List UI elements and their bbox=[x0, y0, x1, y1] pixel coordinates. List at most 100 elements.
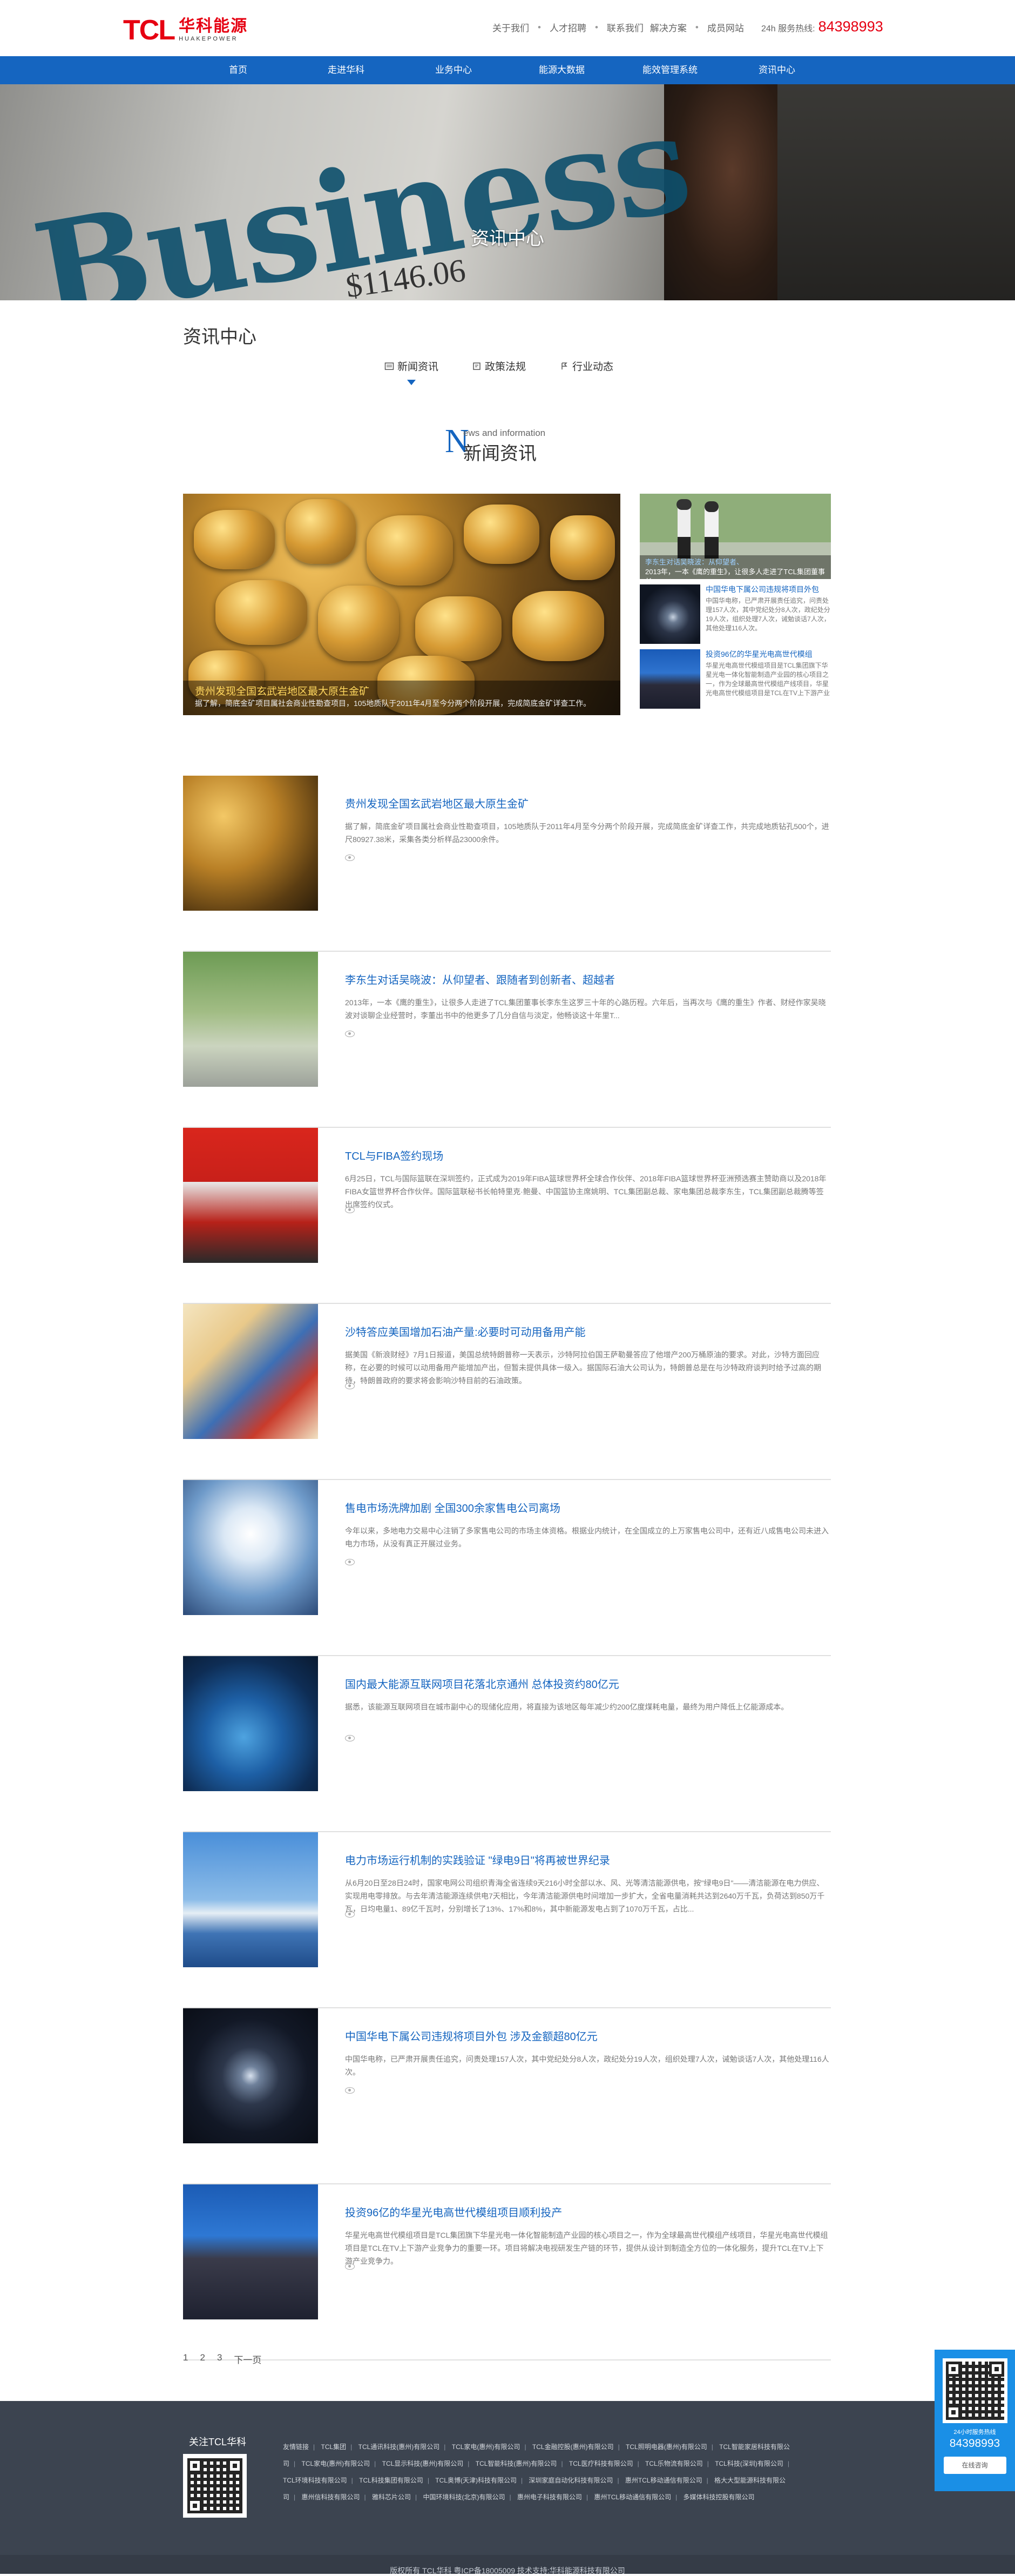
separator: | bbox=[294, 2460, 296, 2467]
footer-link[interactable]: TCL科技(深圳)有限公司 bbox=[715, 2460, 783, 2467]
featured-main[interactable]: 贵州发现全国玄武岩地区最大原生金矿 据了解，简底金矿项目属社会商业性勘查项目，1… bbox=[183, 494, 620, 715]
news-thumbnail[interactable] bbox=[183, 776, 318, 911]
nav-bigdata[interactable]: 能源大数据 bbox=[539, 56, 585, 84]
news-thumbnail[interactable] bbox=[183, 1304, 318, 1439]
qr-corner bbox=[945, 2362, 961, 2377]
nav-energy-system[interactable]: 能效管理系统 bbox=[642, 56, 698, 84]
page-1[interactable]: 1 bbox=[183, 2352, 188, 2366]
nav-about[interactable]: 走进华科 bbox=[328, 56, 364, 84]
separator: | bbox=[374, 2460, 376, 2467]
separator: | bbox=[468, 2460, 470, 2467]
news-thumbnail[interactable] bbox=[183, 2184, 318, 2319]
news-title[interactable]: 沙特答应美国增加石油产量:必要时可动用备用产能 bbox=[345, 1323, 586, 1339]
tab-policy[interactable]: 政策法规 bbox=[472, 359, 526, 373]
float-hotline-number: 84398993 bbox=[949, 2437, 1000, 2450]
footer-link[interactable]: TCL乐物流有限公司 bbox=[645, 2460, 703, 2467]
footer-link[interactable]: TCL显示科技(惠州)有限公司 bbox=[382, 2460, 464, 2467]
news-thumbnail[interactable] bbox=[183, 952, 318, 1087]
qr-pattern bbox=[945, 2362, 1004, 2420]
separator: | bbox=[509, 2493, 511, 2501]
link-contact[interactable]: 联系我们 bbox=[607, 21, 644, 34]
side-item[interactable]: 投资96亿的华星光电高世代模组 华星光电高世代模组项目是TCL集团旗下华星光电一… bbox=[640, 649, 831, 709]
nav-home[interactable]: 首页 bbox=[229, 56, 247, 84]
footer-link[interactable]: TCL环境科技有限公司 bbox=[283, 2477, 347, 2484]
news-title[interactable]: 国内最大能源互联网项目花落北京通州 总体投资约80亿元 bbox=[345, 1676, 619, 1691]
news-item: 电力市场运行机制的实践验证 "绿电9日"将再被世界纪录 从6月20日至28日24… bbox=[183, 1832, 831, 2008]
side-item-body: 投资96亿的华星光电高世代模组 华星光电高世代模组项目是TCL集团旗下华星光电一… bbox=[706, 649, 831, 709]
footer-link[interactable]: 惠州TCL移动通信有限公司 bbox=[594, 2493, 671, 2501]
news-thumbnail[interactable] bbox=[183, 1832, 318, 1967]
separator: • bbox=[538, 22, 541, 32]
nav-news[interactable]: 资讯中心 bbox=[759, 56, 795, 84]
news-summary: 据悉，该能源互联网项目在城市副中心的现储化应用，将直接为该地区每年减少约200亿… bbox=[345, 1703, 789, 1711]
news-summary: 从6月20日至28日24时，国家电网公司组织青海全省连续9天216小时全部以水、… bbox=[345, 1879, 825, 1913]
footer-link[interactable]: 深圳家庭自动化科技有限公司 bbox=[529, 2477, 613, 2484]
news-item: 李东生对话吴晓波：从仰望者、跟随者到创新者、超越者 2013年，一本《鹰的重生》… bbox=[183, 952, 831, 1128]
logo[interactable]: TCL 华科能源 HUAKEPOWER bbox=[123, 16, 248, 44]
featured-caption: 贵州发现全国玄武岩地区最大原生金矿 据了解，简底金矿项目属社会商业性勘查项目，1… bbox=[183, 681, 620, 715]
footer-link[interactable]: TCL奥博(天津)科技有限公司 bbox=[435, 2477, 517, 2484]
separator: | bbox=[617, 2477, 619, 2484]
footer-link[interactable]: TCL科技集团有限公司 bbox=[359, 2477, 423, 2484]
logo-cn-name: 华科能源 bbox=[179, 17, 248, 35]
footer-link[interactable]: 惠州TCL移动通信有限公司 bbox=[625, 2477, 702, 2484]
footer-link[interactable]: TCL家电(惠州)有限公司 bbox=[301, 2460, 370, 2467]
logo-cn-block: 华科能源 HUAKEPOWER bbox=[179, 18, 248, 43]
page-3[interactable]: 3 bbox=[217, 2352, 222, 2366]
gold-nugget bbox=[415, 596, 502, 661]
footer-link[interactable]: TCL智能科技(惠州)有限公司 bbox=[476, 2460, 557, 2467]
news-item: TCL与FIBA签约现场 6月25日，TCL与国际篮联在深圳签约，正式成为201… bbox=[183, 1128, 831, 1304]
footer-link[interactable]: 友情链接 bbox=[283, 2443, 309, 2451]
separator: | bbox=[586, 2493, 588, 2501]
side-photo-caption: 李东生对话吴晓波：从仰望者、 2013年，一本《鹰的重生》，让很多人走进了TCL… bbox=[640, 555, 831, 579]
news-thumbnail[interactable] bbox=[183, 2008, 318, 2143]
floating-service-panel: 24小时服务热线 84398993 在线咨询 bbox=[935, 2350, 1015, 2491]
online-consult-button[interactable]: 在线咨询 bbox=[943, 2457, 1006, 2474]
news-title[interactable]: 投资96亿的华星光电高世代模组项目顺利投产 bbox=[345, 2204, 562, 2219]
separator: | bbox=[618, 2443, 620, 2451]
side-photo[interactable]: 李东生对话吴晓波：从仰望者、 2013年，一本《鹰的重生》，让很多人走进了TCL… bbox=[640, 494, 831, 579]
link-members[interactable]: 成员网站 bbox=[707, 21, 744, 34]
news-title[interactable]: 李东生对话吴晓波：从仰望者、跟随者到创新者、超越者 bbox=[345, 971, 615, 987]
news-title[interactable]: 售电市场洗牌加剧 全国300余家售电公司离场 bbox=[345, 1499, 560, 1515]
footer-link[interactable]: TCL医疗科技有限公司 bbox=[569, 2460, 633, 2467]
gold-nugget bbox=[550, 515, 615, 580]
side-item[interactable]: 中国华电下属公司违规将项目外包 中国华电称，已严肃开展责任追究，问责处理157人… bbox=[640, 584, 831, 644]
footer-link[interactable]: TCL家电(惠州)有限公司 bbox=[452, 2443, 520, 2451]
footer-link[interactable]: TCL集团 bbox=[321, 2443, 346, 2451]
news-summary: 6月25日，TCL与国际篮联在深圳签约，正式成为2019年FIBA篮球世界杯全球… bbox=[345, 1174, 827, 1209]
next-page[interactable]: 下一页 bbox=[234, 2352, 261, 2366]
footer-link[interactable]: 中国环境科技(北京)有限公司 bbox=[423, 2493, 505, 2501]
news-title[interactable]: 电力市场运行机制的实践验证 "绿电9日"将再被世界纪录 bbox=[345, 1852, 610, 1867]
footer-link[interactable]: 雅科芯片公司 bbox=[372, 2493, 411, 2501]
hotline-number: 84398993 bbox=[818, 18, 883, 35]
tab-news[interactable]: 新闻资讯 bbox=[384, 359, 438, 385]
float-hotline-label: 24小时服务热线 bbox=[953, 2429, 996, 2436]
footer-link[interactable]: 惠州信科技有限公司 bbox=[301, 2493, 360, 2501]
news-thumbnail[interactable] bbox=[183, 1656, 318, 1791]
eye-icon bbox=[345, 1031, 355, 1037]
eye-icon bbox=[345, 1559, 355, 1565]
side-item-body: 中国华电下属公司违规将项目外包 中国华电称，已严肃开展责任追究，问责处理157人… bbox=[706, 584, 831, 644]
link-about[interactable]: 关于我们 bbox=[492, 21, 529, 34]
qr-corner bbox=[989, 2362, 1004, 2377]
link-recruit[interactable]: 人才招聘 bbox=[550, 21, 586, 34]
news-title[interactable]: 中国华电下属公司违规将项目外包 涉及金额超80亿元 bbox=[345, 2028, 598, 2043]
footer-link[interactable]: 多媒体科技控股有限公司 bbox=[684, 2493, 755, 2501]
tab-industry[interactable]: 行业动态 bbox=[559, 359, 613, 373]
link-solutions[interactable]: 解决方案 bbox=[650, 21, 687, 34]
tab-industry-label: 行业动态 bbox=[572, 361, 614, 373]
footer-link[interactable]: TCL照明电器(惠州)有限公司 bbox=[626, 2443, 707, 2451]
news-thumbnail[interactable] bbox=[183, 1128, 318, 1263]
news-thumbnail[interactable] bbox=[183, 1480, 318, 1615]
hotline-label: 24h 服务热线: bbox=[761, 24, 815, 33]
news-title[interactable]: 贵州发现全国玄武岩地区最大原生金矿 bbox=[345, 795, 529, 811]
nav-business[interactable]: 业务中心 bbox=[435, 56, 472, 84]
footer-link[interactable]: 惠州电子科技有限公司 bbox=[517, 2493, 582, 2501]
footer-link[interactable]: TCL通讯科技(惠州)有限公司 bbox=[358, 2443, 440, 2451]
news-title[interactable]: TCL与FIBA签约现场 bbox=[345, 1147, 443, 1163]
page-2[interactable]: 2 bbox=[200, 2352, 205, 2366]
footer-link[interactable]: TCL金融控股(惠州)有限公司 bbox=[532, 2443, 614, 2451]
separator: | bbox=[520, 2477, 523, 2484]
top-links: 关于我们 • 人才招聘 • 联系我们 解决方案 • 成员网站 bbox=[492, 21, 744, 34]
